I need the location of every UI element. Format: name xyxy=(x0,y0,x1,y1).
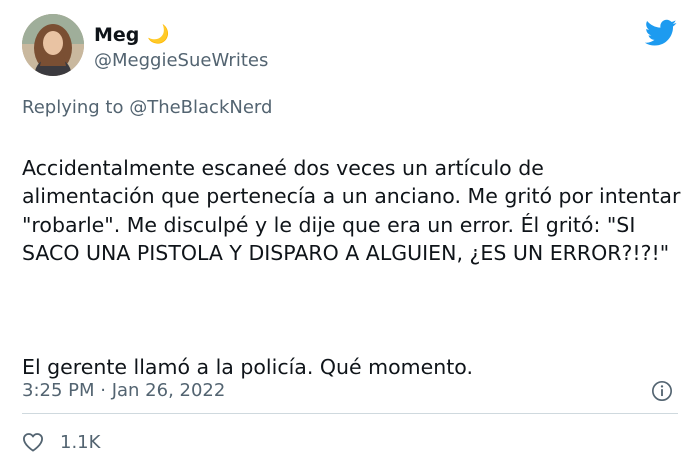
like-action[interactable]: 1.1K xyxy=(22,430,100,454)
avatar[interactable] xyxy=(22,14,84,76)
twitter-bird-icon[interactable] xyxy=(645,19,677,47)
tweet-paragraph-2: El gerente llamó a la policía. Qué momen… xyxy=(22,354,473,379)
tweet-paragraph-1: Accidentalmente escaneé dos veces un art… xyxy=(22,155,681,266)
author-display-name[interactable]: Meg xyxy=(94,24,139,46)
tweet-timestamp[interactable]: 3:25 PM · Jan 26, 2022 xyxy=(22,380,225,401)
replying-to-prefix: Replying to xyxy=(22,97,130,118)
tweet-text: Accidentalmente escaneé dos veces un art… xyxy=(22,125,682,410)
heart-icon[interactable] xyxy=(22,432,44,452)
divider xyxy=(22,413,678,414)
like-count: 1.1K xyxy=(60,431,101,453)
author-handle[interactable]: @MeggieSueWrites xyxy=(94,50,268,71)
info-icon[interactable] xyxy=(651,380,673,402)
author-name-row: Meg 🌙 xyxy=(94,22,170,48)
replying-to: Replying to @TheBlackNerd xyxy=(22,97,272,118)
tweet-card: Meg 🌙 @MeggieSueWrites Replying to @TheB… xyxy=(0,0,700,471)
crescent-moon-icon: 🌙 xyxy=(147,24,170,45)
reply-to-handle-link[interactable]: @TheBlackNerd xyxy=(129,97,272,118)
